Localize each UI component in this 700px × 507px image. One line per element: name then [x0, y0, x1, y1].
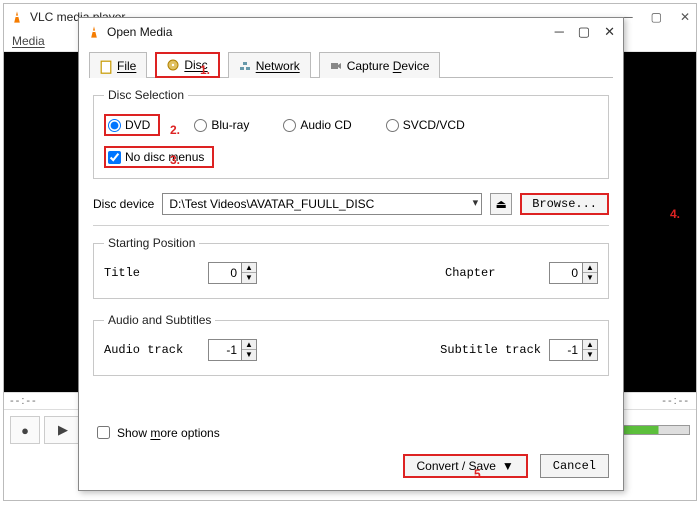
radio-dvd[interactable] [108, 119, 121, 132]
spin-down-icon[interactable]: ▼ [242, 273, 256, 283]
open-media-dialog: Open Media ─ ▢ ✕ File Disc Network Captu… [78, 17, 624, 491]
maximize-icon[interactable]: ▢ [651, 10, 662, 24]
spin-down-icon[interactable]: ▼ [583, 350, 597, 360]
radio-audiocd[interactable] [283, 119, 296, 132]
radio-bluray-label: Blu-ray [211, 118, 249, 132]
check-nomenus-wrap: No disc menus [104, 146, 214, 168]
title-spinbox[interactable]: ▲▼ [208, 262, 257, 284]
check-no-disc-menus-label: No disc menus [125, 150, 204, 164]
close-icon[interactable]: ✕ [604, 24, 615, 40]
audio-track-spinbox[interactable]: ▲▼ [208, 339, 257, 361]
tab-file[interactable]: File [89, 52, 147, 78]
play-button[interactable]: ▶ [44, 416, 82, 444]
vlc-cone-icon [10, 10, 24, 24]
spin-down-icon[interactable]: ▼ [242, 350, 256, 360]
title-label: Title [104, 266, 200, 280]
dialog-titlebar: Open Media ─ ▢ ✕ [79, 18, 623, 46]
tab-disc-label: Disc [184, 58, 207, 72]
radio-svcd-label: SVCD/VCD [403, 118, 465, 132]
capture-icon [330, 60, 342, 72]
spin-up-icon[interactable]: ▲ [242, 263, 256, 273]
eject-icon: ⏏ [496, 197, 507, 211]
disc-selection-legend: Disc Selection [104, 88, 188, 102]
disc-icon [167, 59, 179, 71]
audio-subtitles-legend: Audio and Subtitles [104, 313, 215, 327]
radio-audiocd-label: Audio CD [300, 118, 351, 132]
tab-bar: File Disc Network Capture Device [79, 46, 623, 78]
show-more-options-check[interactable] [97, 426, 110, 439]
check-no-disc-menus[interactable] [108, 151, 121, 164]
eject-button[interactable]: ⏏ [490, 193, 512, 215]
disc-device-combo[interactable]: ▾ [162, 193, 482, 215]
file-icon [100, 60, 112, 72]
chapter-label: Chapter [445, 266, 541, 280]
chevron-down-icon: ▼ [502, 459, 514, 473]
radio-svcd[interactable] [386, 119, 399, 132]
browse-button[interactable]: Browse... [520, 193, 609, 215]
starting-position-group: Starting Position Title ▲▼ Chapter ▲▼ [93, 236, 609, 299]
close-icon[interactable]: ✕ [680, 10, 690, 24]
disc-selection-group: Disc Selection DVD Blu-ray Audio CD SVCD… [93, 88, 609, 179]
record-icon[interactable]: ● [10, 416, 40, 444]
subtitle-track-spinbox[interactable]: ▲▼ [549, 339, 598, 361]
tab-capture-label: D [393, 59, 402, 73]
spin-down-icon[interactable]: ▼ [583, 273, 597, 283]
network-icon [239, 60, 251, 72]
convert-save-label: Convert / Save [417, 459, 496, 473]
volume-slider[interactable] [620, 425, 690, 435]
audio-subtitles-group: Audio and Subtitles Audio track ▲▼ Subti… [93, 313, 609, 376]
menu-media[interactable]: Media [12, 34, 45, 48]
starting-position-legend: Starting Position [104, 236, 199, 250]
chapter-input[interactable] [549, 262, 583, 284]
chapter-spinbox[interactable]: ▲▼ [549, 262, 598, 284]
audio-track-input[interactable] [208, 339, 242, 361]
title-input[interactable] [208, 262, 242, 284]
tab-network[interactable]: Network [228, 52, 311, 78]
radio-bluray[interactable] [194, 119, 207, 132]
disc-device-input[interactable] [162, 193, 482, 215]
radio-dvd-wrap: DVD [104, 114, 160, 136]
subtitle-track-input[interactable] [549, 339, 583, 361]
convert-save-button[interactable]: Convert / Save ▼ [403, 454, 528, 478]
dialog-title: Open Media [107, 25, 555, 39]
spin-up-icon[interactable]: ▲ [583, 263, 597, 273]
cancel-button[interactable]: Cancel [540, 454, 609, 478]
vlc-cone-icon [87, 25, 101, 39]
minimize-icon[interactable]: ─ [555, 24, 564, 40]
spin-up-icon[interactable]: ▲ [583, 340, 597, 350]
maximize-icon[interactable]: ▢ [578, 24, 590, 40]
audio-track-label: Audio track [104, 343, 200, 357]
tab-file-label: File [117, 59, 136, 73]
radio-dvd-label: DVD [125, 118, 150, 132]
tab-disc[interactable]: Disc [155, 52, 219, 78]
tab-capture[interactable]: Capture Device [319, 52, 441, 78]
minimize-icon[interactable]: ─ [624, 10, 633, 24]
spin-up-icon[interactable]: ▲ [242, 340, 256, 350]
disc-device-label: Disc device [93, 197, 154, 211]
tab-network-label: Network [256, 59, 300, 73]
subtitle-track-label: Subtitle track [440, 343, 541, 357]
